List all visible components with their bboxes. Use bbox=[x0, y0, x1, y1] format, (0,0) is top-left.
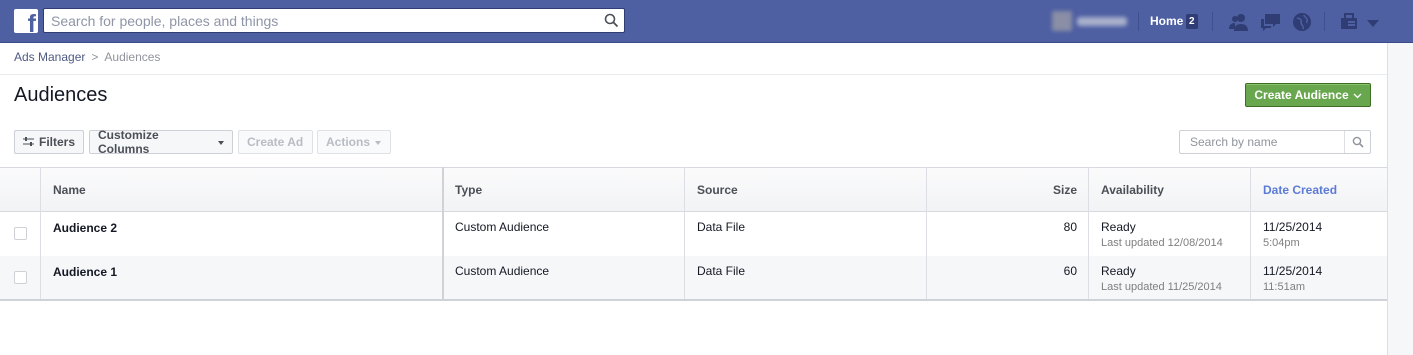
audience-date-created: 11/25/2014 11:51am bbox=[1263, 264, 1322, 294]
date-created-time: 5:04pm bbox=[1263, 237, 1300, 249]
actions-button[interactable]: Actions bbox=[317, 130, 391, 154]
home-notification-badge: 2 bbox=[1186, 14, 1198, 29]
right-margin-strip bbox=[1388, 43, 1413, 355]
filter-sliders-icon bbox=[23, 135, 34, 149]
row-checkbox[interactable] bbox=[14, 227, 27, 240]
availability-status: Ready bbox=[1101, 264, 1136, 278]
audience-name-link[interactable]: Audience 2 bbox=[53, 221, 117, 236]
column-divider bbox=[442, 167, 444, 300]
search-by-name-input[interactable] bbox=[1180, 131, 1344, 153]
row-checkbox[interactable] bbox=[14, 271, 27, 284]
caret-down-icon bbox=[218, 140, 224, 145]
search-icon[interactable] bbox=[604, 13, 619, 31]
audience-type: Custom Audience bbox=[455, 264, 550, 278]
create-ad-button[interactable]: Create Ad bbox=[238, 130, 313, 154]
actions-label: Actions bbox=[326, 135, 371, 149]
availability-status: Ready bbox=[1101, 220, 1136, 234]
friend-requests-icon[interactable] bbox=[1228, 12, 1250, 35]
profile-name-redacted bbox=[1077, 16, 1127, 26]
audience-availability: Ready Last updated 12/08/2014 bbox=[1101, 220, 1223, 250]
breadcrumb-ads-manager-link[interactable]: Ads Manager bbox=[14, 50, 85, 64]
global-search-box[interactable] bbox=[43, 8, 625, 33]
audience-date-created: 11/25/2014 5:04pm bbox=[1263, 220, 1322, 250]
column-header-source[interactable]: Source bbox=[685, 168, 926, 211]
chevron-down-icon bbox=[1353, 88, 1362, 102]
search-by-name-box[interactable] bbox=[1179, 130, 1371, 154]
create-audience-label: Create Audience bbox=[1254, 88, 1349, 102]
messages-icon[interactable] bbox=[1260, 12, 1282, 35]
column-divider bbox=[926, 167, 927, 300]
divider bbox=[1212, 12, 1213, 31]
date-created-time: 11:51am bbox=[1263, 281, 1305, 293]
customize-columns-button[interactable]: Customize Columns bbox=[89, 128, 233, 156]
filters-label: Filters bbox=[39, 135, 76, 149]
breadcrumb-current: Audiences bbox=[104, 50, 161, 64]
divider bbox=[0, 74, 1387, 75]
column-divider bbox=[40, 167, 41, 300]
audience-size: 60 bbox=[1063, 264, 1077, 278]
create-audience-button[interactable]: Create Audience bbox=[1245, 83, 1371, 107]
filters-button[interactable]: Filters bbox=[14, 130, 84, 154]
audience-type: Custom Audience bbox=[455, 220, 550, 234]
breadcrumb-separator: > bbox=[91, 50, 99, 64]
divider bbox=[1138, 12, 1139, 31]
caret-down-icon bbox=[375, 140, 382, 145]
date-created-date: 11/25/2014 bbox=[1263, 220, 1323, 234]
column-divider bbox=[684, 167, 685, 300]
home-link[interactable]: Home bbox=[1150, 14, 1183, 28]
page-title: Audiences bbox=[14, 84, 108, 106]
facebook-logo-icon[interactable]: f bbox=[14, 9, 38, 33]
divider bbox=[1324, 12, 1325, 31]
audience-availability: Ready Last updated 11/25/2014 bbox=[1101, 264, 1222, 294]
table-row[interactable]: Audience 1 Custom Audience Data File 60 … bbox=[0, 256, 1387, 300]
customize-columns-label: Customize Columns bbox=[98, 128, 159, 156]
availability-last-updated: Last updated 11/25/2014 bbox=[1101, 281, 1222, 293]
breadcrumb: Ads Manager > Audiences bbox=[14, 50, 160, 64]
audience-name-link[interactable]: Audience 1 bbox=[53, 265, 117, 280]
column-divider bbox=[1250, 167, 1251, 300]
top-navigation-bar: f Home 2 bbox=[0, 0, 1413, 43]
column-divider bbox=[1088, 167, 1089, 300]
create-ad-label: Create Ad bbox=[247, 135, 304, 149]
audience-source: Data File bbox=[697, 264, 746, 278]
audience-source: Data File bbox=[697, 220, 746, 234]
search-icon[interactable] bbox=[1344, 131, 1370, 153]
profile-link[interactable] bbox=[1052, 11, 1132, 31]
date-created-date: 11/25/2014 bbox=[1263, 264, 1323, 278]
global-search-input[interactable] bbox=[44, 9, 584, 32]
notifications-globe-icon[interactable] bbox=[1292, 12, 1312, 35]
avatar bbox=[1052, 11, 1072, 31]
column-header-availability[interactable]: Availability bbox=[1089, 168, 1250, 211]
table-header: Name Type Source Size Availability Date … bbox=[0, 167, 1387, 212]
column-header-date-created[interactable]: Date Created bbox=[1251, 168, 1387, 211]
audience-size: 80 bbox=[1063, 220, 1077, 234]
availability-last-updated: Last updated 12/08/2014 bbox=[1101, 237, 1223, 249]
column-header-size[interactable]: Size bbox=[927, 168, 1089, 211]
column-header-type[interactable]: Type bbox=[443, 168, 684, 211]
table-row[interactable]: Audience 2 Custom Audience Data File 80 … bbox=[0, 212, 1387, 256]
privacy-shortcuts-icon[interactable] bbox=[1340, 12, 1358, 33]
column-header-name[interactable]: Name bbox=[41, 168, 442, 211]
account-menu-chevron-down-icon[interactable] bbox=[1367, 17, 1379, 31]
table-bottom-border bbox=[0, 299, 1387, 301]
